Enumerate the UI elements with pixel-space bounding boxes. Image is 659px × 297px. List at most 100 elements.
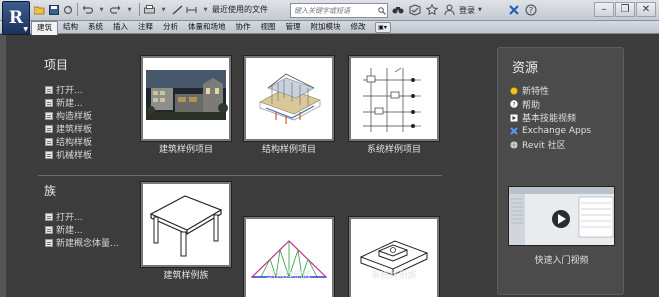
- architectural-sample-project-thumbnail[interactable]: [141, 56, 231, 141]
- help-link[interactable]: ? 帮助: [510, 98, 591, 112]
- tab-manage[interactable]: 管理: [281, 21, 306, 34]
- undo-dropdown-icon[interactable]: ▼: [95, 3, 108, 17]
- favorites-star-icon[interactable]: [425, 3, 439, 17]
- help-icon[interactable]: ?: [524, 3, 538, 17]
- toolbar-separator: [77, 3, 78, 16]
- structural-sample-project-thumbnail[interactable]: [244, 56, 334, 141]
- link-label: 建筑样板: [56, 125, 93, 135]
- undo-icon[interactable]: [81, 3, 94, 17]
- redo-icon[interactable]: [109, 3, 122, 17]
- structural-sample-project-label[interactable]: 结构样例项目: [229, 142, 349, 155]
- truss-render: [246, 219, 332, 297]
- exchange-icon: [510, 127, 518, 135]
- dimension-icon[interactable]: [185, 3, 198, 17]
- tab-collaborate[interactable]: 协作: [231, 21, 256, 34]
- family-open-link[interactable]: 打开...: [45, 210, 119, 223]
- revit-community-link[interactable]: Revit 社区: [510, 138, 591, 152]
- customize-toolbar-icon[interactable]: ▼: [199, 3, 212, 17]
- search-box[interactable]: [290, 3, 388, 18]
- link-label: 新特性: [522, 87, 550, 98]
- subscription-icon[interactable]: [408, 3, 422, 17]
- link-label: 打开...: [56, 86, 83, 96]
- search-icon[interactable]: [378, 6, 386, 15]
- architectural-sample-family-label[interactable]: 建筑样例族: [126, 268, 246, 281]
- tab-massing-site[interactable]: 体量和场地: [183, 21, 231, 34]
- resources-link-list: 新特性 ? 帮助 基本技能视频 Exchange Apps Revit 社区: [510, 84, 591, 152]
- construction-template-link[interactable]: 构造样板: [45, 109, 92, 122]
- search-input[interactable]: [294, 6, 378, 15]
- binoculars-icon[interactable]: [391, 3, 405, 17]
- tab-annotate[interactable]: 注释: [133, 21, 158, 34]
- link-label: 打开...: [56, 213, 83, 223]
- tab-structure[interactable]: 结构: [58, 21, 83, 34]
- toolbar-separator: [139, 3, 140, 16]
- resources-panel: 资源 新特性 ? 帮助 基本技能视频 Exchange Apps Revit 社…: [497, 47, 624, 295]
- recent-files-page: 项目 打开... 新建... 构造样板 建筑样板 结构样板 机械样板 建筑样例项…: [0, 35, 659, 297]
- maximize-icon[interactable]: ❐: [615, 2, 635, 17]
- user-icon[interactable]: [442, 3, 456, 17]
- architectural-sample-family-thumbnail[interactable]: [141, 182, 231, 267]
- document-icon: [45, 150, 53, 159]
- essential-skills-videos-link[interactable]: 基本技能视频: [510, 111, 591, 125]
- link-label: 机械样板: [56, 151, 93, 161]
- structural-sample-family-thumbnail[interactable]: [244, 217, 334, 297]
- chevron-down-icon: ▼: [23, 26, 28, 33]
- equipment-render: [351, 219, 437, 297]
- systems-sample-project-label[interactable]: 系统样例项目: [334, 142, 454, 155]
- document-icon: [45, 137, 53, 146]
- svg-text:?: ?: [529, 6, 533, 15]
- link-label: 帮助: [522, 100, 541, 111]
- minimize-icon[interactable]: –: [594, 2, 614, 17]
- systems-sample-project-thumbnail[interactable]: [349, 56, 439, 141]
- redo-dropdown-icon[interactable]: ▼: [123, 3, 136, 17]
- exchange-x-icon[interactable]: [507, 3, 521, 17]
- link-label: 基本技能视频: [522, 114, 577, 125]
- tab-architecture[interactable]: 建筑: [31, 21, 58, 35]
- tab-insert[interactable]: 插入: [108, 21, 133, 34]
- ribbon-options-button[interactable]: ▣▾: [374, 22, 391, 33]
- tab-systems[interactable]: 系统: [83, 21, 108, 34]
- new-conceptual-mass-link[interactable]: 新建概念体量...: [45, 236, 119, 249]
- architectural-template-link[interactable]: 建筑样板: [45, 122, 92, 135]
- application-menu-button[interactable]: R ▼: [2, 1, 30, 35]
- structural-frame-render: [246, 58, 332, 139]
- measure-icon[interactable]: [171, 3, 184, 17]
- architectural-building-render: [143, 58, 229, 139]
- sync-icon[interactable]: [61, 3, 74, 17]
- project-new-link[interactable]: 新建...: [45, 96, 92, 109]
- tab-add-ins[interactable]: 附加模块: [306, 21, 346, 34]
- structural-sample-family-label[interactable]: 结构样例族: [229, 268, 349, 281]
- family-new-link[interactable]: 新建...: [45, 223, 119, 236]
- systems-sample-family-label[interactable]: 系统样例族: [334, 268, 454, 281]
- tab-modify[interactable]: 修改: [346, 21, 371, 34]
- quick-access-toolbar: ▼ ▼ ▼ ▼: [33, 3, 212, 17]
- systems-sample-family-thumbnail[interactable]: [349, 217, 439, 297]
- window-controls: – ❐ ✕: [594, 2, 656, 17]
- close-icon[interactable]: ✕: [636, 2, 656, 17]
- architectural-sample-project-label[interactable]: 建筑样例项目: [126, 142, 246, 155]
- print-icon[interactable]: [143, 3, 156, 17]
- structural-template-link[interactable]: 结构样板: [45, 135, 92, 148]
- print-dropdown-icon[interactable]: ▼: [157, 3, 170, 17]
- infocenter-toolbar: 登录 ▼ ?: [391, 3, 538, 17]
- open-icon[interactable]: [33, 3, 46, 17]
- project-open-link[interactable]: 打开...: [45, 83, 92, 96]
- login-link[interactable]: 登录: [459, 5, 475, 16]
- getting-started-video-label[interactable]: 快速入门视频: [498, 253, 625, 266]
- ribbon-tabs: 建筑 结构 系统 插入 注释 分析 体量和场地 协作 视图 管理 附加模块 修改…: [31, 21, 391, 35]
- exchange-apps-link[interactable]: Exchange Apps: [510, 125, 591, 139]
- tab-view[interactable]: 视图: [256, 21, 281, 34]
- families-link-list: 打开... 新建... 新建概念体量...: [45, 210, 119, 249]
- link-label: 结构样板: [56, 138, 93, 148]
- document-icon: [45, 212, 53, 221]
- login-dropdown-icon[interactable]: ▼: [478, 7, 482, 13]
- tab-analyze[interactable]: 分析: [158, 21, 183, 34]
- save-icon[interactable]: [47, 3, 60, 17]
- whats-new-link[interactable]: 新特性: [510, 84, 591, 98]
- getting-started-video-thumbnail[interactable]: [508, 186, 615, 246]
- mechanical-template-link[interactable]: 机械样板: [45, 148, 92, 161]
- document-icon: [45, 238, 53, 247]
- link-label: Revit 社区: [522, 141, 566, 152]
- link-label: Exchange Apps: [522, 126, 592, 137]
- svg-text:?: ?: [512, 101, 515, 108]
